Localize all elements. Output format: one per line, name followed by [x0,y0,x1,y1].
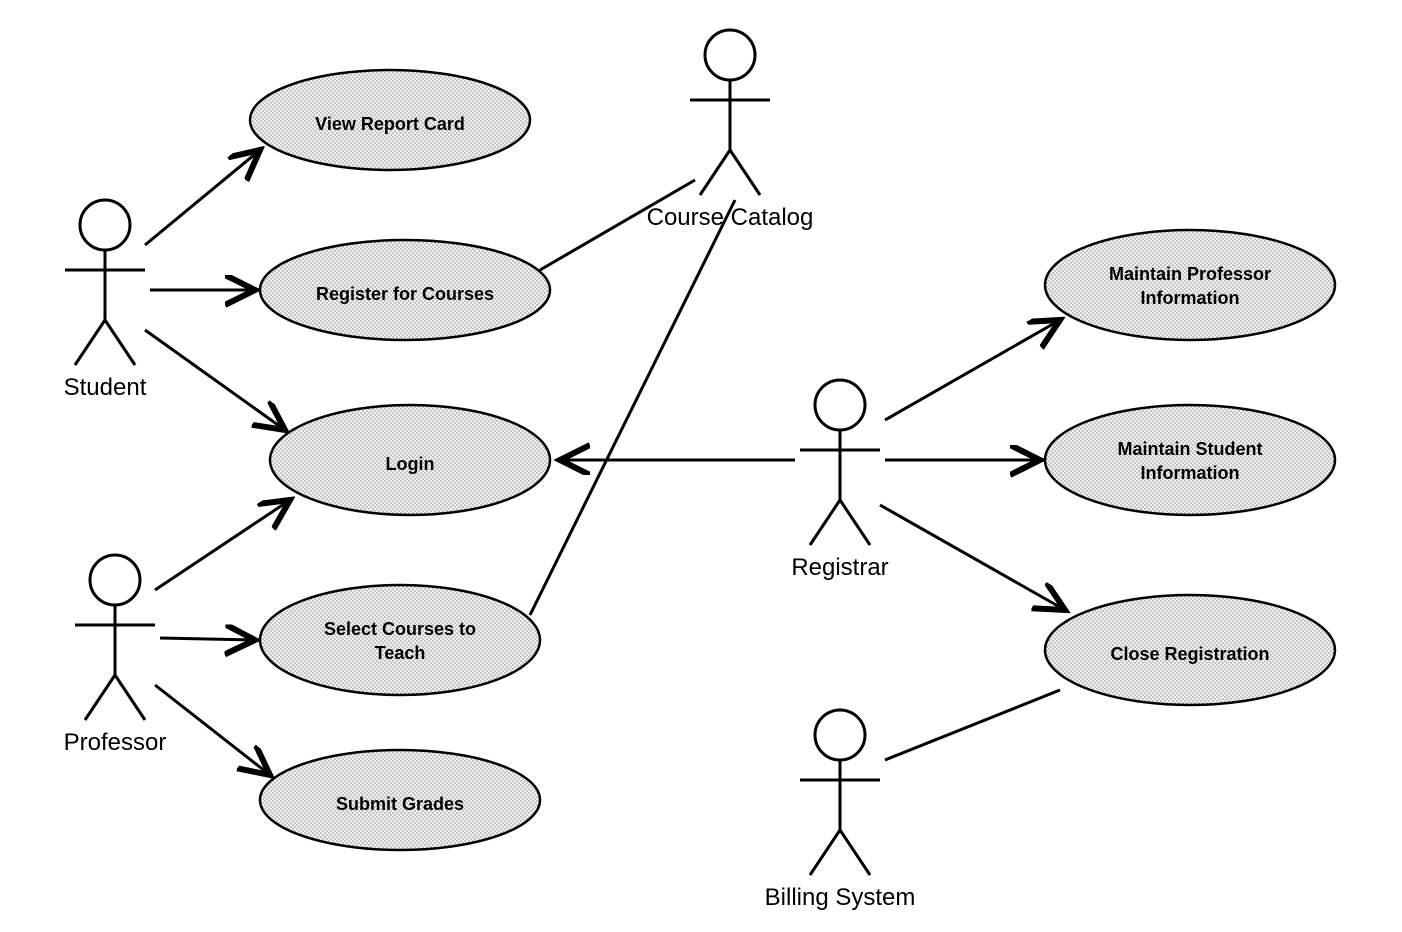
connector-professor-select-courses [160,638,255,640]
actor-label: Billing System [765,884,916,911]
usecase-label-line2: Teach [375,643,426,663]
usecase-maintain-professor-information: Maintain Professor Information [1045,230,1335,340]
actor-student: Student [64,200,147,401]
usecase-login: Login [270,405,550,515]
actor-label: Registrar [791,554,888,581]
connector-student-view-report-card [145,150,260,245]
connector-registrar-maintain-professor [885,320,1060,420]
actor-billing-system: Billing System [765,710,916,911]
usecase-close-registration: Close Registration [1045,595,1335,705]
usecase-label-line1: Select Courses to [324,619,476,639]
usecase-maintain-student-information: Maintain Student Information [1045,405,1335,515]
usecase-label: Submit Grades [336,794,464,814]
usecase-view-report-card: View Report Card [250,70,530,170]
usecase-label-line2: Information [1141,463,1240,483]
actor-label: Student [64,374,147,401]
use-case-diagram: View Report Card Register for Courses Lo… [0,0,1402,932]
connector-billing-close-registration [885,690,1060,760]
actor-label: Professor [64,729,167,756]
actor-professor: Professor [64,555,167,756]
usecase-select-courses-to-teach: Select Courses to Teach [260,585,540,695]
connector-professor-submit-grades [155,685,270,775]
connector-professor-login [155,500,290,590]
actor-course-catalog: Course Catalog [647,30,814,231]
connector-registrar-close-registration [880,505,1065,610]
usecase-submit-grades: Submit Grades [260,750,540,850]
usecase-label: Register for Courses [316,284,494,304]
usecase-label: Close Registration [1110,644,1269,664]
actor-registrar: Registrar [791,380,888,581]
usecase-label: View Report Card [315,114,465,134]
usecase-register-for-courses: Register for Courses [260,240,550,340]
usecase-label: Login [386,454,435,474]
usecase-label-line2: Information [1141,288,1240,308]
connector-course-catalog-select-courses [530,200,735,615]
usecase-label-line1: Maintain Professor [1109,264,1271,284]
connector-student-login [145,330,285,430]
usecase-label-line1: Maintain Student [1118,439,1263,459]
